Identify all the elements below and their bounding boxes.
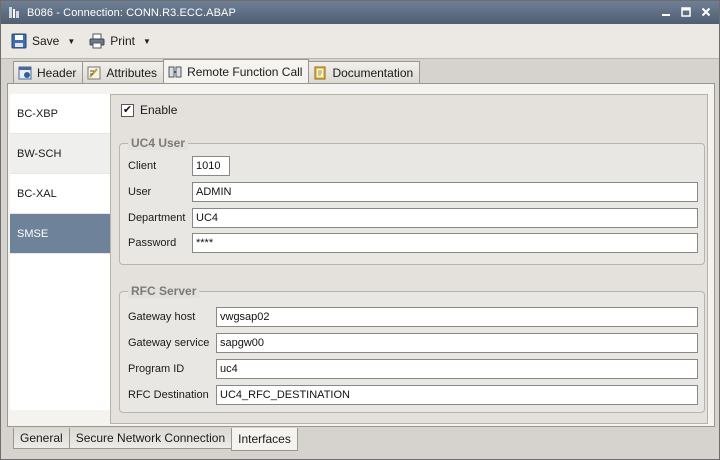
rfc-destination-field[interactable]: UC4_RFC_DESTINATION — [216, 385, 698, 405]
uc4-user-group-title: UC4 User — [128, 136, 189, 150]
department-label: Department — [128, 212, 186, 224]
rfc-server-group-title: RFC Server — [128, 284, 200, 298]
gateway-service-label: Gateway service — [128, 337, 210, 349]
rfc-destination-label: RFC Destination — [128, 389, 209, 401]
header-icon — [18, 66, 32, 79]
title-bar: B086 - Connection: CONN.R3.ECC.ABAP — [1, 1, 719, 24]
rfc-icon — [168, 66, 182, 77]
save-label: Save — [32, 34, 60, 48]
user-label: User — [128, 186, 152, 198]
documentation-icon — [314, 66, 326, 79]
close-icon[interactable] — [699, 5, 713, 19]
printer-icon — [89, 33, 105, 49]
tab-label: Documentation — [332, 65, 414, 80]
enable-label: Enable — [140, 103, 178, 117]
minimize-icon[interactable] — [659, 5, 673, 19]
sidebar-item-bw-sch[interactable]: BW-SCH — [10, 134, 111, 174]
connection-object-icon — [7, 6, 21, 20]
client-field[interactable]: 1010 — [192, 156, 230, 176]
tab-label: Remote Function Call — [187, 64, 303, 79]
gateway-host-field[interactable]: vwgsap02 — [216, 307, 698, 327]
interface-list: BC-XBP BW-SCH BC-XAL SMSE — [10, 94, 111, 410]
sidebar-item-bc-xbp[interactable]: BC-XBP — [10, 94, 111, 134]
bottom-tab-bar: General Secure Network Connection Interf… — [13, 428, 298, 451]
save-button[interactable]: Save ▼ — [7, 29, 79, 53]
tab-label: Attributes — [106, 65, 158, 80]
uc4-user-group: UC4 User Client 1010 User ADMIN Departme… — [119, 136, 705, 265]
tab-interfaces[interactable]: Interfaces — [231, 428, 298, 451]
tab-attributes[interactable]: Attributes — [82, 61, 165, 83]
tab-general[interactable]: General — [13, 428, 70, 449]
tab-header[interactable]: Header — [13, 61, 84, 83]
password-label: Password — [128, 237, 177, 249]
sidebar-item-bc-xal[interactable]: BC-XAL — [10, 174, 111, 214]
gateway-service-field[interactable]: sapgw00 — [216, 333, 698, 353]
window-title: B086 - Connection: CONN.R3.ECC.ABAP — [27, 6, 236, 19]
tab-label: Header — [37, 65, 77, 80]
program-id-label: Program ID — [128, 363, 185, 375]
password-field[interactable]: **** — [192, 233, 698, 253]
tab-secure-network-connection[interactable]: Secure Network Connection — [68, 428, 233, 449]
department-field[interactable]: UC4 — [192, 208, 698, 228]
attributes-icon — [87, 66, 101, 79]
smse-settings: ✔ Enable UC4 User Client 1010 User ADMIN… — [110, 94, 708, 424]
toolbar: Save ▼ Print ▼ — [1, 24, 719, 59]
enable-row: ✔ Enable — [121, 103, 177, 117]
client-label: Client — [128, 160, 157, 172]
gateway-host-label: Gateway host — [128, 311, 196, 323]
connection-window: B086 - Connection: CONN.R3.ECC.ABAP Save… — [0, 0, 720, 460]
print-label: Print — [110, 34, 135, 48]
tab-documentation[interactable]: Documentation — [308, 61, 421, 83]
sidebar-item-smse[interactable]: SMSE — [10, 214, 111, 254]
print-dropdown-chevron-icon[interactable]: ▼ — [143, 37, 151, 46]
tab-remote-function-call[interactable]: Remote Function Call — [163, 59, 310, 83]
rfc-panel: BC-XBP BW-SCH BC-XAL SMSE ✔ Enable UC4 U… — [7, 83, 715, 427]
enable-checkbox[interactable]: ✔ — [121, 103, 134, 117]
program-id-field[interactable]: uc4 — [216, 359, 698, 379]
top-tab-bar: Header Attributes Remote Function Call D… — [13, 59, 421, 83]
maximize-icon[interactable] — [679, 5, 693, 19]
print-button[interactable]: Print ▼ — [85, 29, 155, 53]
user-field[interactable]: ADMIN — [192, 182, 698, 202]
save-dropdown-chevron-icon[interactable]: ▼ — [67, 37, 75, 46]
save-icon — [11, 33, 27, 49]
rfc-server-group: RFC Server Gateway host vwgsap02 Gateway… — [119, 284, 705, 413]
